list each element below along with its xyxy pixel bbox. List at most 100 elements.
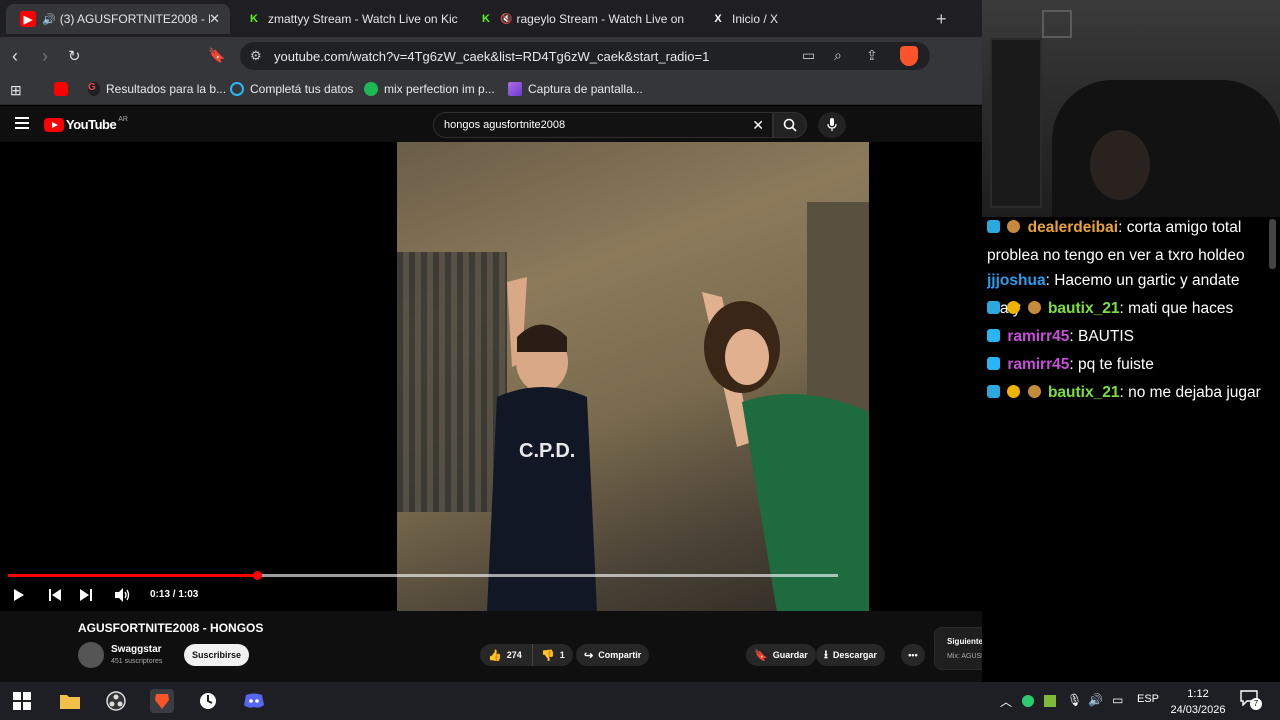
thumbs-up-icon: 👍 [488,649,502,662]
logo-text: YouTube [66,117,117,132]
bookmark-youtube[interactable] [54,82,74,96]
chat-text: no me dejaba jugar [1128,384,1261,401]
youtube-logo[interactable]: YouTube AR [44,116,128,132]
search-input[interactable]: hongos agusfortnite2008 ✕ [433,112,773,138]
progress-scrubber[interactable] [253,571,262,580]
tab-label: (3) AGUSFORTNITE2008 - HONGOS [59,12,210,26]
clock-app-icon[interactable] [196,689,220,713]
svg-text:C.P.D.: C.P.D. [519,440,575,462]
chat-username[interactable]: ramirr45 [1007,328,1069,345]
region-code: AR [118,116,128,123]
bookmark-captura[interactable]: Captura de pantalla... [508,82,643,96]
zoom-icon[interactable]: ⌕ [834,47,842,64]
obs-icon[interactable] [104,689,128,713]
brave-browser-icon[interactable] [150,689,174,713]
next-icon[interactable] [80,589,92,601]
clock-date: 24/03/2026 [1170,704,1226,716]
tab-bar: ▶ 🔊 (3) AGUSFORTNITE2008 - HONGOS ✕ K zm… [0,0,982,37]
app-tray-icon[interactable] [1044,695,1056,707]
menu-icon[interactable] [15,117,29,132]
subscribe-button[interactable]: Suscribirse [184,644,249,666]
tray-expand-icon[interactable]: ︿ [1000,693,1012,710]
tab-kick-rageylo[interactable]: K 🔇 rageylo Stream - Watch Live on Kick [464,4,690,34]
youtube-play-icon [44,117,64,132]
cookie-badge-icon [1027,385,1041,398]
bookmark-label: Resultados para la b... [106,82,227,96]
close-icon[interactable]: ✕ [209,11,220,27]
reload-icon[interactable]: ↻ [68,47,81,65]
forward-icon[interactable]: › [42,46,48,67]
channel-avatar[interactable] [78,642,104,668]
clear-search-icon[interactable]: ✕ [752,117,764,134]
url-text: youtube.com/watch?v=4Tg6zW_caek&list=RD4… [274,49,710,64]
like-button[interactable]: 👍 274 [480,644,532,666]
microphone-icon[interactable]: 🎙 [1067,693,1082,707]
play-icon[interactable] [13,588,25,602]
download-label: Descargar [832,650,877,660]
cast-icon[interactable]: ▭ [802,47,815,64]
back-icon[interactable]: ‹ [12,46,18,67]
save-button[interactable]: 🔖 Guardar [746,644,816,666]
bookmark-spotify[interactable]: mix perfection im p... [364,82,495,96]
network-icon[interactable]: ▭ [1112,693,1123,707]
system-clock[interactable]: 1:12 24/03/2026 [1166,686,1230,718]
muted-speaker-icon: 🔇 [500,13,513,25]
sword-badge-icon [987,220,1000,233]
speaker-icon: 🔊 [42,13,56,26]
site-info-icon[interactable]: ⚙ [250,48,262,64]
url-field[interactable]: ⚙ youtube.com/watch?v=4Tg6zW_caek&list=R… [240,42,930,70]
speaker-icon[interactable]: 🔊 [1088,693,1103,707]
language-indicator[interactable]: ESP [1137,693,1159,705]
chat-scrollbar[interactable] [1269,219,1276,269]
volume-icon[interactable] [115,588,131,602]
search-button[interactable] [773,112,807,138]
download-button[interactable]: ⭳ Descargar [816,644,885,666]
tab-x[interactable]: X Inicio / X [696,4,922,34]
video-frame[interactable]: C.P.D. [397,142,869,611]
apps-icon[interactable]: ⊞ [10,82,22,99]
previous-icon[interactable] [49,589,61,601]
share-button[interactable]: ↪ Compartir [576,644,650,666]
chat-message: ramirr45: BAUTIS [987,323,1272,351]
windows-start-icon[interactable] [10,689,34,713]
dislike-count: 1 [559,650,565,660]
tab-youtube[interactable]: ▶ 🔊 (3) AGUSFORTNITE2008 - HONGOS ✕ [6,4,230,34]
progress-bar[interactable] [8,571,838,580]
bookmark-google-results[interactable]: G Resultados para la b... [88,82,226,96]
new-tab-button[interactable]: + [936,9,947,30]
bookmark-icon[interactable]: 🔖 [208,47,225,64]
chat-text: BAUTIS [1077,328,1134,345]
tab-label: Inicio / X [732,12,779,26]
chat-username[interactable]: bautix_21 [1048,384,1120,401]
file-explorer-icon[interactable] [58,689,82,713]
kick-icon: K [478,11,494,27]
discord-icon[interactable] [242,689,266,713]
tab-label: rageylo Stream - Watch Live on Kick [516,12,686,26]
chat-username[interactable]: jjjoshua [987,272,1046,289]
dislike-button[interactable]: 👎 1 [532,644,573,666]
voice-search-button[interactable] [818,112,846,138]
video-title: AGUSFORTNITE2008 - HONGOS [78,621,264,635]
chat-username[interactable]: ramirr45 [1007,356,1069,373]
room-door [990,38,1042,208]
more-actions-button[interactable]: ••• [901,644,925,666]
share-arrow-icon: ↪ [584,649,594,662]
bookmark-label: mix perfection im p... [384,82,495,96]
video-player[interactable]: C.P.D. 0:13 / 1:03 [0,142,1246,611]
channel-name[interactable]: Swaggstar [111,644,162,655]
thumbs-down-icon: 👎 [541,649,555,662]
status-dot-icon[interactable] [1022,695,1034,707]
youtube-icon [54,82,68,96]
notifications-icon[interactable]: 7 [1240,690,1262,710]
cube-badge-icon [987,357,1000,370]
chat-username[interactable]: bautix_21 [1048,300,1120,317]
bookmark-completa[interactable]: Completá tus datos [230,82,353,96]
chat-message: ramirr45: pq te fuiste [987,351,1272,379]
brave-shield-icon[interactable] [900,46,918,66]
tab-kick-zmattyy[interactable]: K zmattyy Stream - Watch Live on Kick [232,4,458,34]
chat-username[interactable]: dealerdeibai [1028,219,1118,236]
clock-time: 1:12 [1187,688,1209,700]
search-query: hongos agusfortnite2008 [444,119,566,131]
share-icon[interactable]: ⇪ [866,47,878,64]
bookmarks-bar: ⊞ G Resultados para la b... Completá tus… [0,75,982,105]
